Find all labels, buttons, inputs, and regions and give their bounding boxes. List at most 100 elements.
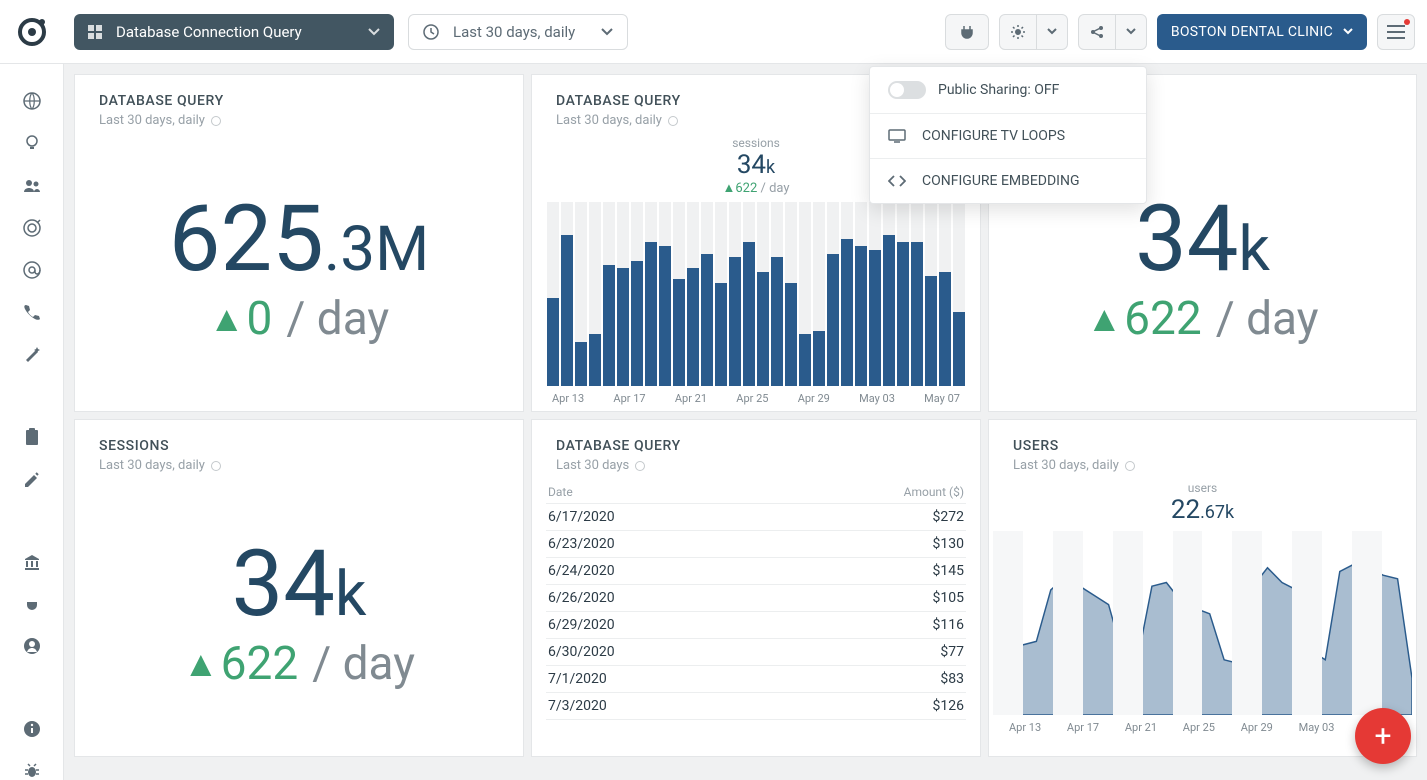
area-chart <box>993 531 1412 715</box>
theme-button[interactable] <box>999 14 1068 50</box>
card-title: SESSIONS <box>99 438 499 454</box>
kpi-delta-unit: / day <box>1216 292 1319 346</box>
kpi-value: 34 <box>232 531 335 638</box>
card-title: USERS <box>1013 438 1392 454</box>
configure-tv-loops-row[interactable]: CONFIGURE TV LOOPS <box>870 114 1146 159</box>
edit-icon[interactable] <box>22 470 42 488</box>
lightbulb-icon[interactable] <box>22 134 42 152</box>
table-row: 7/3/2020 $126 <box>546 693 966 720</box>
plug-icon[interactable] <box>22 595 42 613</box>
col-date: Date <box>548 485 573 499</box>
bank-icon[interactable] <box>22 553 42 571</box>
toggle-off-icon[interactable] <box>888 81 926 99</box>
trend-up-icon: ▲ <box>183 643 219 685</box>
query-selector[interactable]: Database Connection Query <box>74 14 394 50</box>
kpi-value: 34 <box>1135 186 1238 293</box>
cell-amount: $116 <box>933 617 964 633</box>
dashboard-grid: DATABASE QUERY Last 30 days, daily 625.3… <box>64 64 1427 780</box>
cell-date: 6/30/2020 <box>548 644 615 660</box>
caret-down-icon <box>601 28 613 36</box>
bug-icon[interactable] <box>22 762 42 780</box>
query-selector-label: Database Connection Query <box>116 23 368 41</box>
cell-amount: $130 <box>933 536 964 552</box>
summary-value: 22 <box>1171 495 1200 525</box>
col-amount: Amount ($) <box>904 485 964 499</box>
table-row: 6/29/2020$116 <box>546 612 966 639</box>
card-subtitle: Last 30 days, daily <box>99 458 205 473</box>
trend-up-icon: ▲ <box>209 298 245 340</box>
area-chart-card: USERS Last 30 days, daily users 22.67k A… <box>988 419 1417 757</box>
workspace-selector[interactable]: BOSTON DENTAL CLINIC <box>1157 14 1367 50</box>
tv-icon <box>888 129 910 143</box>
bar-chart <box>546 202 966 386</box>
status-dot-icon <box>635 461 645 471</box>
summary-delta: 622 <box>735 181 757 196</box>
trend-up-icon: ▲ <box>722 181 735 196</box>
summary-label: users <box>989 481 1416 495</box>
cell-amount: $272 <box>933 509 964 525</box>
card-subtitle: Last 30 days, daily <box>556 113 662 128</box>
kpi-delta-unit: / day <box>286 292 389 346</box>
public-sharing-label: Public Sharing: OFF <box>938 82 1059 98</box>
card-subtitle: Last 30 days, daily <box>99 113 205 128</box>
cell-date: 7/3/2020 <box>548 698 607 714</box>
summary-delta-unit: / day <box>760 181 789 196</box>
add-fab-button[interactable]: + <box>1355 708 1411 764</box>
table-row: 6/26/2020 $105 <box>546 585 966 612</box>
plug-icon <box>959 24 975 40</box>
cell-date: 6/23/2020 <box>548 536 615 552</box>
share-button[interactable] <box>1078 14 1147 50</box>
summary-suffix: k <box>766 157 775 178</box>
clipboard-icon[interactable] <box>22 428 42 446</box>
date-range-selector[interactable]: Last 30 days, daily <box>408 14 628 50</box>
kpi-card-1: DATABASE QUERY Last 30 days, daily 625.3… <box>74 74 524 412</box>
at-icon[interactable] <box>22 261 42 279</box>
date-range-label: Last 30 days, daily <box>453 23 601 41</box>
table-row: 6/23/2020 $130 <box>546 531 966 558</box>
table-card: DATABASE QUERY Last 30 days DateAmount (… <box>531 419 981 757</box>
area-chart-xaxis: Apr 13Apr 17Apr 21Apr 25Apr 29May 03May … <box>1003 721 1402 734</box>
configure-embedding-row[interactable]: CONFIGURE EMBEDDING <box>870 159 1146 203</box>
tv-loops-label: CONFIGURE TV LOOPS <box>922 128 1065 144</box>
kpi-suffix: k <box>1238 213 1269 286</box>
table-row: 6/17/2020 $272 <box>546 504 966 531</box>
kpi-card-sessions: SESSIONS Last 30 days, daily 34k ▲622/ d… <box>74 419 524 757</box>
kpi-delta: 0 <box>247 292 273 346</box>
kpi-delta: 622 <box>221 637 299 691</box>
globe-icon[interactable] <box>22 92 42 110</box>
account-icon[interactable] <box>22 637 42 655</box>
share-icon <box>1079 15 1115 49</box>
cell-amount: $126 <box>933 698 964 714</box>
cell-amount: $105 <box>933 590 964 606</box>
info-icon[interactable] <box>22 720 42 738</box>
wand-icon[interactable] <box>22 345 42 363</box>
cell-date: 6/26/2020 <box>548 590 615 606</box>
card-title: DATABASE QUERY <box>99 93 499 109</box>
embedding-label: CONFIGURE EMBEDDING <box>922 173 1080 189</box>
kpi-suffix: k <box>335 558 366 631</box>
card-subtitle: Last 30 days, daily <box>1013 458 1119 473</box>
caret-down-icon <box>1116 15 1146 49</box>
cell-amount: $83 <box>940 671 964 687</box>
status-dot-icon <box>668 116 678 126</box>
cell-amount: $77 <box>940 644 964 660</box>
status-dot-icon <box>211 461 221 471</box>
cell-date: 6/17/2020 <box>548 509 615 525</box>
plugin-button[interactable] <box>945 14 989 50</box>
menu-button[interactable] <box>1377 14 1415 50</box>
dashboard-icon <box>88 25 102 39</box>
status-dot-icon <box>211 116 221 126</box>
phone-icon[interactable] <box>22 303 42 321</box>
topbar: Database Connection Query Last 30 days, … <box>0 0 1427 64</box>
summary-suffix: .67k <box>1200 502 1234 523</box>
kpi-suffix: .3M <box>324 213 429 286</box>
caret-down-icon <box>1343 28 1353 35</box>
kpi-delta: 622 <box>1124 292 1202 346</box>
kpi-delta-unit: / day <box>312 637 415 691</box>
target-icon[interactable] <box>22 219 42 237</box>
card-title: DATABASE QUERY <box>556 438 956 454</box>
trend-up-icon: ▲ <box>1087 298 1123 340</box>
users-icon[interactable] <box>22 176 42 194</box>
table-row: 7/1/2020$83 <box>546 666 966 693</box>
public-sharing-toggle-row[interactable]: Public Sharing: OFF <box>870 67 1146 114</box>
